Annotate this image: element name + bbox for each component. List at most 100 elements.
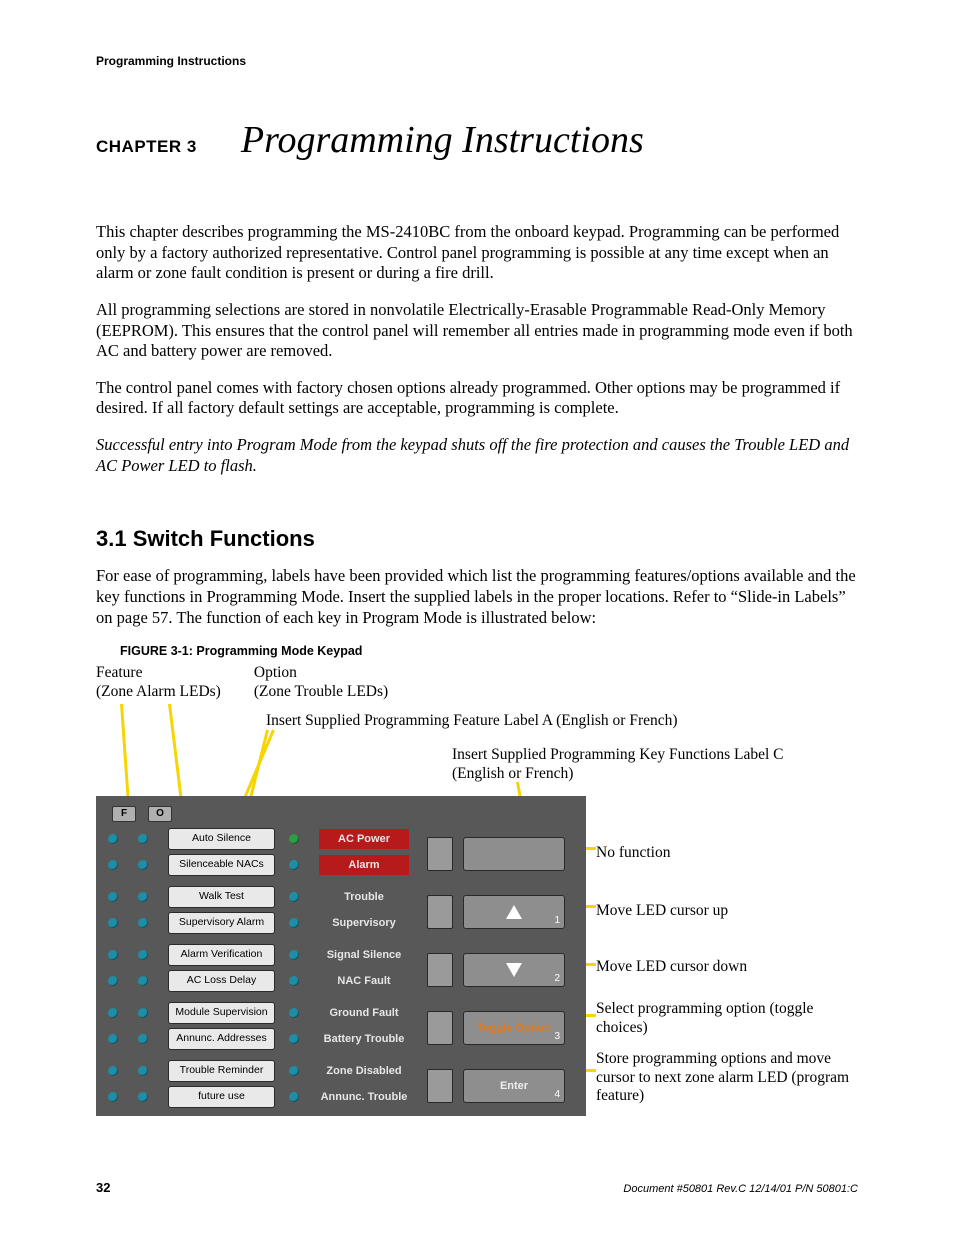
chapter-label: CHAPTER 3 <box>96 137 197 156</box>
key-enter-label: Enter <box>500 1081 528 1092</box>
footer: 32 Document #50801 Rev.C 12/14/01 P/N 50… <box>96 1180 858 1195</box>
status-3: Trouble <box>319 887 409 907</box>
led-s6 <box>289 976 299 986</box>
key-down[interactable]: 2 <box>463 953 565 987</box>
rc-nofunction: No function <box>596 844 670 863</box>
slot-4 <box>427 1011 453 1045</box>
fo-row: F O <box>108 806 578 822</box>
intro-note: Successful entry into Program Mode from … <box>96 435 858 476</box>
led-f4 <box>108 918 118 928</box>
led-f7 <box>108 1008 118 1018</box>
status-5: Signal Silence <box>319 945 409 965</box>
led-o2 <box>138 860 148 870</box>
chapter-heading: CHAPTER 3 Programming Instructions <box>96 118 858 162</box>
plate-4: Supervisory Alarm <box>168 912 275 934</box>
led-s1 <box>289 834 299 844</box>
rc-down: Move LED cursor down <box>596 958 747 977</box>
figure-caption: FIGURE 3-1: Programming Mode Keypad <box>120 644 858 658</box>
intro-para-1: This chapter describes programming the M… <box>96 222 858 284</box>
callout-insert-c-l2: (English or French) <box>452 765 852 784</box>
slot-1 <box>427 837 453 871</box>
page-number: 32 <box>96 1180 110 1195</box>
figure-title: Programming Mode Keypad <box>196 644 362 658</box>
led-o3 <box>138 892 148 902</box>
callout-insert-c-l1: Insert Supplied Programming Key Function… <box>452 746 852 765</box>
status-column: AC Power Alarm Trouble Supervisory Signa… <box>289 828 419 1108</box>
led-o1 <box>138 834 148 844</box>
figure-label: FIGURE 3-1: <box>120 644 193 658</box>
led-s8 <box>289 1034 299 1044</box>
plate-10: future use <box>168 1086 275 1108</box>
led-s5 <box>289 950 299 960</box>
plate-5: Alarm Verification <box>168 944 275 966</box>
led-f6 <box>108 976 118 986</box>
section-para: For ease of programming, labels have bee… <box>96 566 858 628</box>
key-blank[interactable] <box>463 837 565 871</box>
rc-enter: Store programming options and move curso… <box>596 1050 856 1106</box>
led-s3 <box>289 892 299 902</box>
callout-option-l2: (Zone Trouble LEDs) <box>254 683 434 702</box>
section-heading-3-1: 3.1 Switch Functions <box>96 526 858 552</box>
arrow-down-icon <box>506 963 522 977</box>
led-s2 <box>289 860 299 870</box>
feature-column: Auto Silence Silenceable NACs Walk Test … <box>108 828 285 1108</box>
callout-option: Option (Zone Trouble LEDs) <box>254 664 434 701</box>
led-f2 <box>108 860 118 870</box>
led-o9 <box>138 1066 148 1076</box>
chip-o: O <box>148 806 172 822</box>
running-head: Programming Instructions <box>96 54 858 68</box>
led-s10 <box>289 1092 299 1102</box>
rc-up: Move LED cursor up <box>596 902 728 921</box>
keypad-panel: F O Auto Silence Silenceable NACs Walk T… <box>96 796 586 1116</box>
callout-insert-a: Insert Supplied Programming Feature Labe… <box>266 712 826 731</box>
keys-column: 1 2 Toggle Option3 Enter4 <box>423 828 565 1108</box>
led-o4 <box>138 918 148 928</box>
intro-para-3: The control panel comes with factory cho… <box>96 378 858 419</box>
rc-toggle: Select programming option (toggle choice… <box>596 1000 856 1037</box>
status-8: Battery Trouble <box>319 1029 409 1049</box>
slot-5 <box>427 1069 453 1103</box>
chip-f: F <box>112 806 136 822</box>
led-f3 <box>108 892 118 902</box>
plate-7: Module Supervision <box>168 1002 275 1024</box>
status-9: Zone Disabled <box>319 1061 409 1081</box>
led-s9 <box>289 1066 299 1076</box>
led-o10 <box>138 1092 148 1102</box>
page: Programming Instructions CHAPTER 3 Progr… <box>0 0 954 1235</box>
led-o5 <box>138 950 148 960</box>
led-f5 <box>108 950 118 960</box>
led-f8 <box>108 1034 118 1044</box>
led-o6 <box>138 976 148 986</box>
callout-feature: Feature (Zone Alarm LEDs) <box>96 664 246 701</box>
led-o7 <box>138 1008 148 1018</box>
key-toggle[interactable]: Toggle Option3 <box>463 1011 565 1045</box>
status-10: Annunc. Trouble <box>319 1087 409 1107</box>
led-f1 <box>108 834 118 844</box>
plate-9: Trouble Reminder <box>168 1060 275 1082</box>
led-f10 <box>108 1092 118 1102</box>
callout-insert-c: Insert Supplied Programming Key Function… <box>452 746 852 783</box>
key-toggle-label: Toggle Option <box>477 1023 551 1034</box>
key-up[interactable]: 1 <box>463 895 565 929</box>
status-2: Alarm <box>319 855 409 875</box>
arrow-up-icon <box>506 905 522 919</box>
slot-3 <box>427 953 453 987</box>
plate-2: Silenceable NACs <box>168 854 275 876</box>
plate-3: Walk Test <box>168 886 275 908</box>
slot-2 <box>427 895 453 929</box>
status-4: Supervisory <box>319 913 409 933</box>
led-f9 <box>108 1066 118 1076</box>
key-enter[interactable]: Enter4 <box>463 1069 565 1103</box>
plate-6: AC Loss Delay <box>168 970 275 992</box>
led-o8 <box>138 1034 148 1044</box>
callout-option-l1: Option <box>254 664 434 683</box>
plate-8: Annunc. Addresses <box>168 1028 275 1050</box>
status-1: AC Power <box>319 829 409 849</box>
callout-feature-l2: (Zone Alarm LEDs) <box>96 683 246 702</box>
led-s7 <box>289 1008 299 1018</box>
status-7: Ground Fault <box>319 1003 409 1023</box>
led-s4 <box>289 918 299 928</box>
footer-meta: Document #50801 Rev.C 12/14/01 P/N 50801… <box>623 1183 858 1195</box>
status-6: NAC Fault <box>319 971 409 991</box>
intro-para-2: All programming selections are stored in… <box>96 300 858 362</box>
